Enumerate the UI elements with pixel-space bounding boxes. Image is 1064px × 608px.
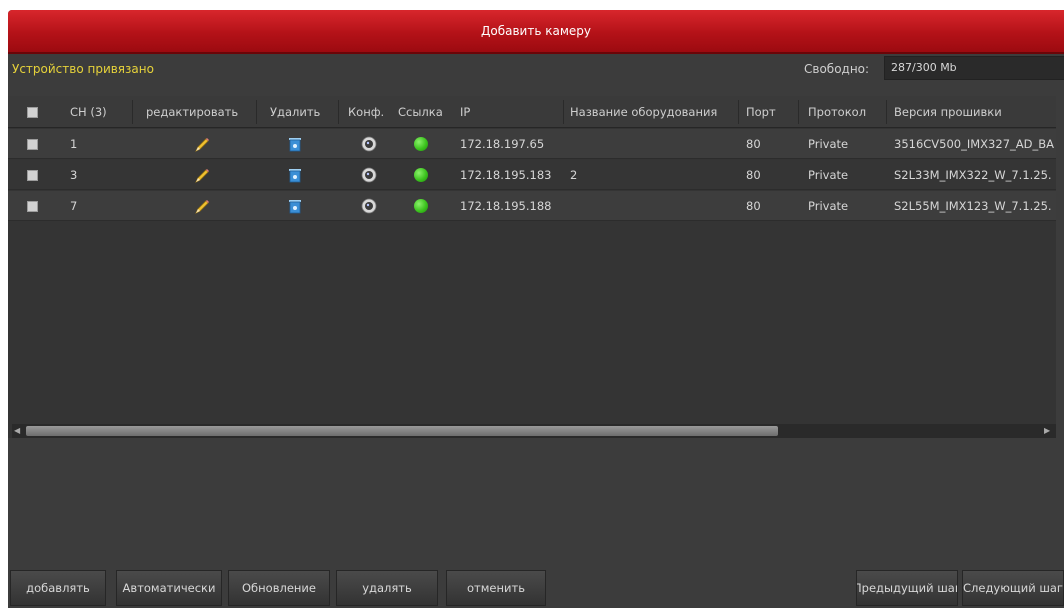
camera-config-icon[interactable] xyxy=(361,198,377,214)
header-conf: Конф. xyxy=(348,105,385,119)
pencil-icon[interactable] xyxy=(193,198,211,216)
cell-ip: 172.18.195.188 xyxy=(460,199,552,213)
horizontal-scrollbar[interactable]: ◀ ▶ xyxy=(12,424,1056,438)
cell-firmware: S2L55M_IMX123_W_7.1.25. xyxy=(894,199,1052,213)
camera-config-icon[interactable] xyxy=(361,136,377,152)
cell-protocol: Private xyxy=(808,199,849,213)
cell-protocol: Private xyxy=(808,168,849,182)
cell-port: 80 xyxy=(746,199,761,213)
delete-button[interactable]: удалять xyxy=(336,570,438,606)
table-row[interactable]: 3 172.18.195.183 2 80 Private S2L33M_IMX… xyxy=(8,160,1056,190)
cancel-button[interactable]: отменить xyxy=(446,570,546,606)
prev-step-button[interactable]: Предыдущий шаг xyxy=(856,570,958,606)
status-row: Устройство привязано Свободно: 287/300 M… xyxy=(8,56,1064,86)
cell-firmware: 3516CV500_IMX327_AD_BA xyxy=(894,137,1054,151)
trash-icon[interactable] xyxy=(288,136,302,152)
refresh-button[interactable]: Обновление xyxy=(228,570,330,606)
row-checkbox[interactable] xyxy=(27,170,38,181)
row-checkbox[interactable] xyxy=(27,201,38,212)
cell-ch: 3 xyxy=(70,168,78,182)
trash-icon[interactable] xyxy=(288,198,302,214)
cell-firmware: S2L33M_IMX322_W_7.1.25. xyxy=(894,168,1052,182)
pencil-icon[interactable] xyxy=(193,136,211,154)
cell-ch: 7 xyxy=(70,199,78,213)
cell-port: 80 xyxy=(746,168,761,182)
select-all-checkbox[interactable] xyxy=(27,107,38,118)
header-port[interactable]: Порт xyxy=(746,105,776,119)
free-space-value: 287/300 Mb xyxy=(884,56,1064,80)
window-title: Добавить камеру xyxy=(481,24,591,38)
scrollbar-thumb[interactable] xyxy=(26,426,778,436)
next-step-button[interactable]: Следующий шаг xyxy=(962,570,1064,606)
camera-config-icon[interactable] xyxy=(361,167,377,183)
row-checkbox[interactable] xyxy=(27,139,38,150)
add-button[interactable]: добавлять xyxy=(10,570,106,606)
table-row[interactable]: 1 172.18.197.65 80 Private 3516CV500_IMX… xyxy=(8,129,1056,159)
device-bound-label: Устройство привязано xyxy=(12,62,154,76)
table-row[interactable]: 7 172.18.195.188 80 Private S2L55M_IMX12… xyxy=(8,191,1056,221)
trash-icon[interactable] xyxy=(288,167,302,183)
scroll-left-icon[interactable]: ◀ xyxy=(14,426,24,436)
status-dot-icon xyxy=(414,168,428,182)
cell-ch: 1 xyxy=(70,137,78,151)
cell-ip: 172.18.195.183 xyxy=(460,168,552,182)
header-link: Ссылка xyxy=(398,105,443,119)
free-space-label: Свободно: xyxy=(804,62,870,76)
scroll-right-icon[interactable]: ▶ xyxy=(1044,426,1054,436)
cell-device-name: 2 xyxy=(570,168,578,182)
camera-table: CH (3) редактировать Удалить Конф. Ссылк… xyxy=(8,96,1056,438)
status-dot-icon xyxy=(414,137,428,151)
cell-protocol: Private xyxy=(808,137,849,151)
header-firmware[interactable]: Версия прошивки xyxy=(894,105,1002,119)
header-edit: редактировать xyxy=(146,105,239,119)
header-protocol[interactable]: Протокол xyxy=(808,105,866,119)
auto-button[interactable]: Автоматически xyxy=(116,570,222,606)
header-device-name[interactable]: Название оборудования xyxy=(570,105,717,119)
cell-port: 80 xyxy=(746,137,761,151)
title-bar: Добавить камеру xyxy=(8,10,1064,54)
header-ch[interactable]: CH (3) xyxy=(70,105,107,119)
header-delete: Удалить xyxy=(270,105,321,119)
pencil-icon[interactable] xyxy=(193,167,211,185)
cell-ip: 172.18.197.65 xyxy=(460,137,545,151)
status-dot-icon xyxy=(414,199,428,213)
table-header: CH (3) редактировать Удалить Конф. Ссылк… xyxy=(8,96,1056,128)
header-ip[interactable]: IP xyxy=(460,105,470,119)
